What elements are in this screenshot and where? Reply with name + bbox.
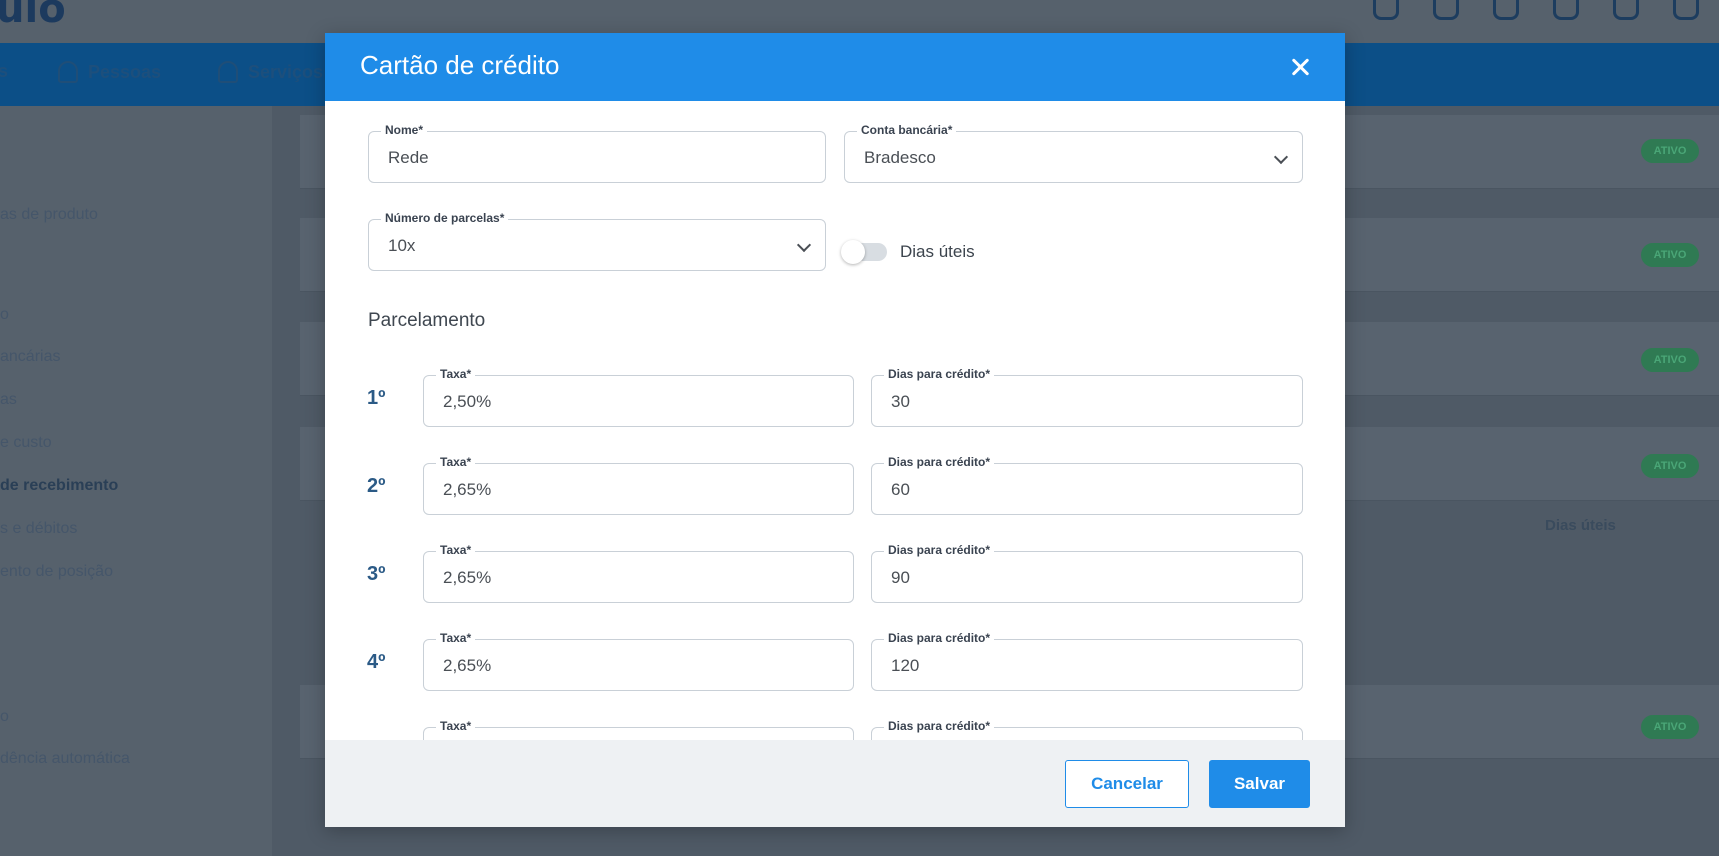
cancel-button[interactable]: Cancelar [1065,760,1189,808]
chat-icon [1493,0,1519,20]
column-header: Dias úteis [1545,517,1616,534]
taxa-field[interactable]: Taxa* 2,65% [423,631,854,691]
status-badge: ATIVO [1641,139,1699,163]
dias-credito-label: Dias para crédito* [884,455,995,469]
support-icon [1373,0,1399,20]
dias-credito-value: 120 [891,656,920,675]
sidebar-item: e custo [0,434,52,451]
dias-credito-label: Dias para crédito* [884,719,995,733]
nome-label: Nome* [381,123,428,137]
toggle-track[interactable] [841,240,887,264]
toggle-knob [841,240,865,264]
dias-uteis-toggle[interactable]: Dias úteis [841,240,975,264]
modal-header: Cartão de crédito [325,33,1345,101]
dias-credito-label: Dias para crédito* [884,631,995,645]
sidebar-item: ancárias [0,348,61,365]
person-icon [58,61,78,83]
download-icon [1433,0,1459,20]
dias-credito-value: 90 [891,568,910,587]
installment-ordinal: 2º [367,475,386,497]
dias-credito-field[interactable]: Dias para crédito* 30 [871,367,1303,427]
taxa-value: 2,65% [443,656,492,675]
dias-credito-label: Dias para crédito* [884,543,995,557]
status-badge: ATIVO [1641,454,1699,478]
taxa-field[interactable]: Taxa* 2,65% [423,543,854,603]
sidebar-item-active: de recebimento [0,477,119,494]
modal-body: Nome* Rede Conta bancária* Bradesco Núme… [325,101,1345,740]
sidebar-item: o [0,708,9,725]
topbar-icons [1373,0,1699,22]
app-sidebar: as de produto o ancárias as e custo de r… [0,106,272,856]
dias-credito-value: 30 [891,392,910,411]
status-badge: ATIVO [1641,348,1699,372]
chevron-down-icon [796,237,812,253]
conta-bancaria-select[interactable]: Conta bancária* Bradesco [844,123,1303,183]
gear-icon [1613,0,1639,20]
dias-credito-field[interactable]: Dias para crédito* [871,719,1303,740]
conta-bancaria-value: Bradesco [864,148,936,167]
taxa-label: Taxa* [436,631,476,645]
nome-field[interactable]: Nome* Rede [368,123,826,183]
sidebar-item: ento de posição [0,563,113,580]
parcelamento-title: Parcelamento [368,310,486,331]
dias-uteis-label: Dias úteis [900,242,975,261]
app-logo: uio [0,0,66,32]
dias-credito-field[interactable]: Dias para crédito* 90 [871,543,1303,603]
taxa-label: Taxa* [436,455,476,469]
dias-credito-label: Dias para crédito* [884,367,995,381]
bell-icon [1553,0,1579,20]
taxa-value: 2,50% [443,392,492,411]
nav-item-pessoas: Pessoas [58,61,161,83]
conta-bancaria-label: Conta bancária* [857,123,957,137]
nav-item-partial: s [0,61,9,81]
flag-icon [1673,0,1699,20]
sidebar-item: s e débitos [0,520,78,537]
sidebar-item: as [0,391,17,408]
sidebar-item: dência automática [0,750,130,767]
dias-credito-value: 60 [891,480,910,499]
sidebar-item: o [0,306,9,323]
installment-ordinal: 3º [367,563,386,585]
installment-ordinal: 1º [367,387,386,409]
sidebar-item: as de produto [0,206,98,223]
taxa-value: 2,65% [443,480,492,499]
taxa-label: Taxa* [436,367,476,381]
numero-parcelas-value: 10x [388,236,416,255]
modal-title: Cartão de crédito [360,50,560,80]
credit-card-modal: Cartão de crédito Nome* Rede Conta bancá… [325,33,1345,827]
numero-parcelas-label: Número de parcelas* [381,211,509,225]
bookmark-icon [218,61,238,83]
dias-credito-field[interactable]: Dias para crédito* 120 [871,631,1303,691]
taxa-value: 2,65% [443,568,492,587]
nome-value: Rede [388,148,429,167]
taxa-field[interactable]: Taxa* [423,719,854,740]
chevron-down-icon [1273,149,1289,165]
save-button[interactable]: Salvar [1209,760,1310,808]
numero-parcelas-select[interactable]: Número de parcelas* 10x [368,211,826,271]
modal-footer: Cancelar Salvar [325,740,1345,827]
dias-credito-field[interactable]: Dias para crédito* 60 [871,455,1303,515]
nav-item-servicos: Serviços [218,61,323,83]
taxa-label: Taxa* [436,543,476,557]
taxa-field[interactable]: Taxa* 2,50% [423,367,854,427]
close-icon[interactable] [1283,50,1317,84]
status-badge: ATIVO [1641,715,1699,739]
taxa-label: Taxa* [436,719,476,733]
status-badge: ATIVO [1641,243,1699,267]
taxa-field[interactable]: Taxa* 2,65% [423,455,854,515]
installment-ordinal: 4º [367,651,386,673]
